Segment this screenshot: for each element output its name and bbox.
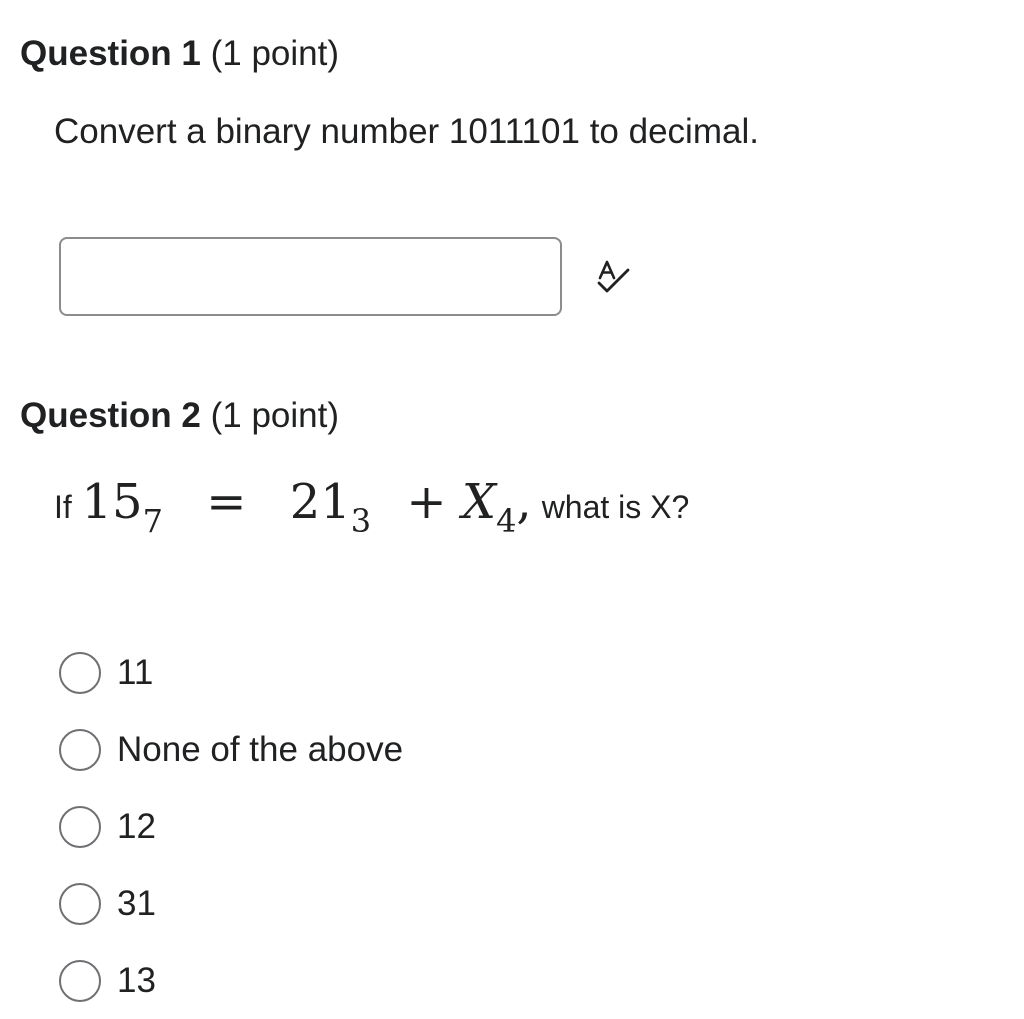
radio-button[interactable] — [59, 959, 101, 1002]
question-2-heading: Question 2 (1 point) — [20, 395, 339, 437]
question-2-points: (1 point) — [210, 396, 340, 435]
question-2-title: Question 2 — [20, 396, 201, 435]
question-2-prompt-lead: If — [54, 489, 72, 525]
math-plus: + — [406, 474, 447, 530]
radio-button[interactable] — [59, 805, 101, 848]
option-13[interactable]: 13 — [59, 942, 403, 1019]
answer-input[interactable] — [59, 237, 562, 316]
option-none-of-the-above[interactable]: None of the above — [59, 711, 403, 788]
math-base-2: 3 — [350, 502, 372, 540]
math-comma: , — [516, 474, 532, 530]
spellcheck-icon[interactable] — [594, 258, 634, 298]
option-label: 11 — [117, 652, 154, 692]
question-1-points: (1 point) — [210, 34, 340, 73]
math-base-3: 4 — [496, 502, 517, 540]
option-31[interactable]: 31 — [59, 865, 403, 942]
math-term-3: X — [461, 474, 497, 530]
answer-options: 11 None of the above 12 31 13 — [59, 634, 403, 1019]
question-1-heading: Question 1 (1 point) — [20, 33, 339, 75]
question-1-title: Question 1 — [20, 34, 201, 73]
math-expression: 157 = 213 + X4, — [82, 478, 542, 537]
math-base-1: 7 — [142, 502, 163, 540]
radio-button[interactable] — [59, 728, 101, 771]
math-term-1: 15 — [81, 474, 143, 530]
option-11[interactable]: 11 — [59, 634, 403, 711]
question-1-prompt: Convert a binary number 1011101 to decim… — [54, 112, 759, 151]
question-2-prompt-tail: what is X? — [541, 489, 690, 525]
question-2-prompt: If 157 = 213 + X4, what is X? — [54, 478, 690, 537]
math-term-2: 21 — [289, 474, 351, 530]
radio-button[interactable] — [59, 882, 101, 925]
option-label: None of the above — [117, 729, 404, 769]
option-12[interactable]: 12 — [59, 788, 403, 865]
option-label: 13 — [117, 960, 156, 1000]
option-label: 31 — [117, 883, 156, 923]
math-equals: = — [206, 474, 247, 530]
option-label: 12 — [117, 806, 156, 846]
radio-button[interactable] — [59, 651, 101, 694]
